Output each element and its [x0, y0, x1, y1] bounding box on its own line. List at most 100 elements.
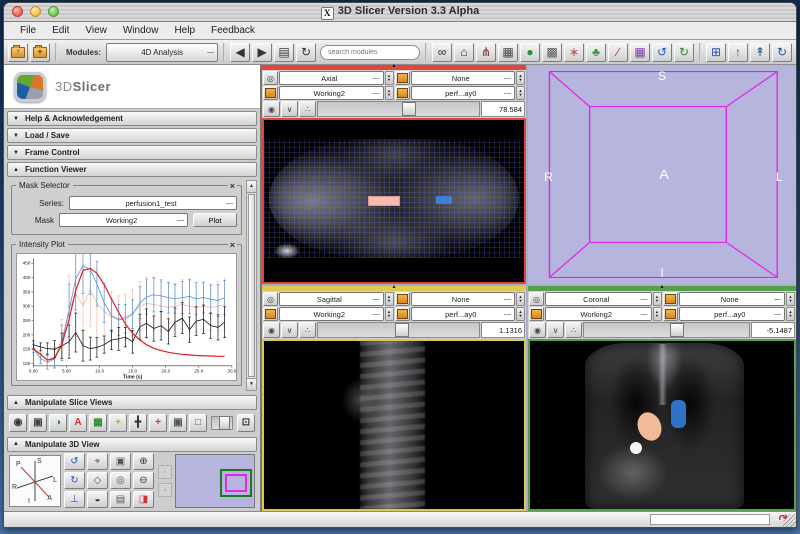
slice-offset-value[interactable]: 1.1316 [481, 322, 525, 338]
foreground-layer-button[interactable] [394, 292, 410, 306]
slice-offset-slider[interactable] [317, 322, 480, 338]
home-module-icon[interactable]: ⌂ [454, 42, 475, 62]
module-refresh-button[interactable]: ↻ [296, 42, 317, 62]
save-scene-button[interactable]: + [30, 42, 50, 62]
collapse-controls-icon[interactable]: ▲ [392, 284, 397, 290]
section-manipulate-slice-views[interactable]: ▲ Manipulate Slice Views [7, 395, 257, 411]
crosshair-icon[interactable]: + [109, 413, 127, 432]
panel-scrollbar[interactable]: ▲ ▼ [246, 180, 257, 392]
undo-button[interactable]: ↺ [652, 42, 673, 62]
screen-capture-button[interactable]: ↻ [772, 42, 793, 62]
scroll-up-icon[interactable]: ▲ [247, 181, 256, 194]
slider-thumb[interactable] [395, 323, 410, 337]
viewport-3d[interactable]: S I R L A [528, 65, 796, 284]
slice-opacity-slider[interactable] [211, 415, 233, 430]
close-group-icon[interactable]: × [227, 240, 237, 251]
sagittal-slice-image[interactable] [262, 339, 526, 511]
module-search-input[interactable] [320, 44, 421, 60]
expand-controls-button[interactable]: ∨ [281, 322, 298, 338]
slice-offset-slider[interactable] [583, 322, 750, 338]
slider-thumb[interactable] [218, 415, 230, 430]
collapse-controls-icon[interactable]: ▲ [660, 284, 665, 290]
menu-edit[interactable]: Edit [44, 25, 77, 36]
fiducial-select-button[interactable]: ↟ [750, 42, 771, 62]
foreground-layer-button[interactable] [394, 71, 410, 85]
fiducials-module-icon[interactable]: ∗ [564, 42, 585, 62]
foreground-dropdown[interactable]: None — [410, 292, 515, 306]
foreground-layer-button[interactable] [662, 292, 678, 306]
look-from-icon[interactable]: ◎ [110, 472, 131, 490]
scroll-down-icon[interactable]: ▼ [247, 378, 256, 391]
slice-visibility-button[interactable]: ◉ [529, 322, 546, 338]
slice-menu-button[interactable]: ◎ [263, 292, 278, 306]
lightbox-menu-button[interactable]: ∴ [299, 322, 316, 338]
labelmap-dropdown[interactable]: Working2 — [279, 307, 384, 321]
lightbox-menu-button[interactable]: ∴ [565, 322, 582, 338]
volumes-module-icon[interactable]: ▦ [498, 42, 519, 62]
orientation-spinner[interactable]: ▲ ▼ [652, 292, 662, 306]
background-dropdown[interactable]: perf...ay0 — [678, 307, 785, 321]
rotate-view-icon[interactable]: ↺ [64, 453, 85, 471]
zoom-in-icon[interactable]: ⊕ [133, 453, 154, 471]
axial-slice-image[interactable] [262, 118, 526, 284]
compositing-icon[interactable]: ▦ [89, 413, 107, 432]
stereo-icon[interactable]: ▣ [110, 453, 131, 471]
label-layer-button[interactable] [263, 86, 278, 100]
label-layer-button[interactable] [529, 307, 544, 321]
background-spinner[interactable]: ▲ ▼ [786, 307, 795, 321]
collapse-controls-icon[interactable]: ▲ [392, 63, 397, 69]
foreground-spinner[interactable]: ▲ ▼ [516, 71, 525, 85]
fiducial-add-button[interactable]: ↑ [728, 42, 749, 62]
plot-button[interactable]: Plot [193, 213, 237, 228]
center-view-icon[interactable]: ⌖ [87, 453, 108, 471]
section-frame-control[interactable]: ▼ Frame Control [7, 145, 257, 161]
editor-module-icon[interactable]: ♣ [586, 42, 607, 62]
label-opacity-icon[interactable]: ▣ [29, 413, 47, 432]
section-function-viewer[interactable]: ▲ Function Viewer [7, 162, 257, 178]
foreground-dropdown[interactable]: None — [678, 292, 785, 306]
redo-button[interactable]: ↻ [674, 42, 695, 62]
slice-menu-button[interactable]: ◎ [263, 71, 278, 85]
load-scene-button[interactable]: ↑ [8, 42, 28, 62]
slider-thumb[interactable] [401, 102, 416, 116]
close-group-icon[interactable]: × [227, 181, 237, 192]
resize-grip[interactable] [783, 514, 796, 527]
slice-offset-value[interactable]: -5.1487 [751, 322, 795, 338]
slice-visibility-button[interactable]: ◉ [263, 322, 280, 338]
orientation-dropdown[interactable]: Coronal — [545, 292, 652, 306]
search-modules-icon[interactable]: ∞ [432, 42, 453, 62]
pitch-view-icon[interactable]: ⊥ [64, 491, 85, 509]
slice-offset-slider[interactable] [317, 101, 480, 117]
expand-controls-button[interactable]: ∨ [547, 322, 564, 338]
section-help-acknowledgement[interactable]: ▼ Help & Acknowledgement [7, 111, 257, 127]
series-dropdown[interactable]: perfusion1_test — [69, 196, 237, 211]
annotation-icon[interactable]: A [69, 413, 87, 432]
view-navigation-widget[interactable] [175, 454, 255, 509]
coronal-slice-image[interactable] [528, 339, 796, 511]
background-layer-button[interactable] [394, 86, 410, 100]
module-back-button[interactable]: ◀ [230, 42, 251, 62]
background-dropdown[interactable]: perf...ay0 — [410, 307, 515, 321]
foreground-dropdown[interactable]: None — [410, 71, 515, 85]
labelmap-dropdown[interactable]: Working2 — [279, 86, 384, 100]
section-load-save[interactable]: ▼ Load / Save [7, 128, 257, 144]
slice-visibility-button[interactable]: ◉ [263, 101, 280, 117]
modules-dropdown[interactable]: 4D Analysis — [106, 42, 219, 62]
layout-button[interactable]: ⊞ [706, 42, 727, 62]
background-spinner[interactable]: ▲ ▼ [516, 86, 525, 100]
module-forward-button[interactable]: ▶ [252, 42, 273, 62]
models-module-icon[interactable]: ● [520, 42, 541, 62]
label-layer-button[interactable] [263, 307, 278, 321]
mask-dropdown[interactable]: Working2 — [59, 213, 188, 228]
field-of-view-button[interactable]: ⊡ [237, 413, 255, 432]
scrollbar-thumb[interactable] [248, 194, 255, 378]
lightbox-icon[interactable]: ◑ [49, 413, 67, 432]
spatial-grid-icon[interactable]: ╋ [129, 413, 147, 432]
menu-window[interactable]: Window [115, 25, 167, 36]
single-slice-icon[interactable]: □ [189, 413, 207, 432]
measurements-module-icon[interactable]: ∕ [608, 42, 629, 62]
background-spinner[interactable]: ▲ ▼ [516, 307, 525, 321]
ruler-toggle-icon[interactable]: ▫ [158, 465, 172, 480]
modules-graph-icon[interactable]: ⋔ [476, 42, 497, 62]
orthographic-icon[interactable]: ◇ [87, 472, 108, 490]
